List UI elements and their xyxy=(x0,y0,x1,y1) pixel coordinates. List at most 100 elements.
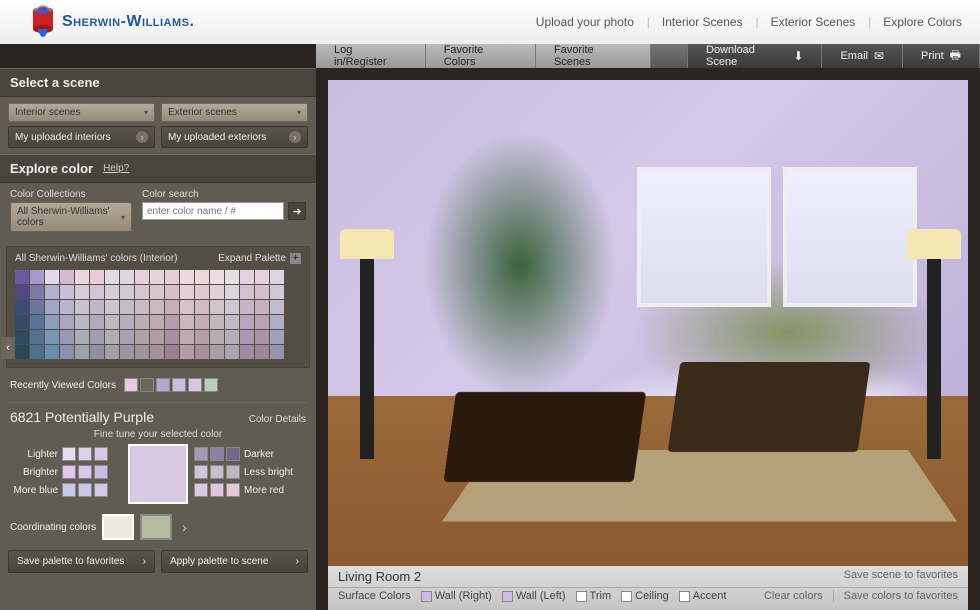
palette-swatch[interactable] xyxy=(105,315,119,329)
palette-swatch[interactable] xyxy=(150,345,164,359)
nav-exterior[interactable]: Exterior Scenes xyxy=(771,15,856,29)
tune-swatch[interactable] xyxy=(194,447,208,461)
palette-swatch[interactable] xyxy=(255,285,269,299)
palette-swatch[interactable] xyxy=(180,285,194,299)
palette-swatch[interactable] xyxy=(240,285,254,299)
email-button[interactable]: Email✉ xyxy=(822,44,903,68)
tune-swatch[interactable] xyxy=(210,447,224,461)
tune-swatch[interactable] xyxy=(94,483,108,497)
palette-swatch[interactable] xyxy=(270,315,284,329)
palette-swatch[interactable] xyxy=(150,330,164,344)
favorite-colors-button[interactable]: Favorite Colors xyxy=(426,44,536,68)
palette-swatch[interactable] xyxy=(240,330,254,344)
palette-swatch[interactable] xyxy=(225,345,239,359)
palette-swatch[interactable] xyxy=(15,315,29,329)
apply-palette-button[interactable]: Apply palette to scene› xyxy=(161,550,308,573)
palette-swatch[interactable] xyxy=(165,270,179,284)
palette-swatch[interactable] xyxy=(15,345,29,359)
coord-swatch[interactable] xyxy=(102,514,134,540)
interior-scenes-dropdown[interactable]: Interior scenes▾ xyxy=(8,103,155,122)
palette-swatch[interactable] xyxy=(30,315,44,329)
palette-swatch[interactable] xyxy=(75,285,89,299)
tune-swatch[interactable] xyxy=(226,465,240,479)
recent-swatch[interactable] xyxy=(156,378,170,392)
expand-palette-button[interactable]: Expand Palette+ xyxy=(218,253,301,264)
palette-swatch[interactable] xyxy=(60,315,74,329)
palette-swatch[interactable] xyxy=(90,330,104,344)
palette-swatch[interactable] xyxy=(255,270,269,284)
exterior-scenes-dropdown[interactable]: Exterior scenes▾ xyxy=(161,103,308,122)
palette-swatch[interactable] xyxy=(210,330,224,344)
palette-swatch[interactable] xyxy=(165,285,179,299)
recent-swatch[interactable] xyxy=(172,378,186,392)
palette-swatch[interactable] xyxy=(270,270,284,284)
palette-swatch[interactable] xyxy=(105,285,119,299)
palette-swatch[interactable] xyxy=(135,345,149,359)
palette-swatch[interactable] xyxy=(45,345,59,359)
save-scene-link[interactable]: Save scene to favorites xyxy=(844,569,958,584)
palette-swatch[interactable] xyxy=(105,330,119,344)
palette-swatch[interactable] xyxy=(225,270,239,284)
palette-swatch[interactable] xyxy=(15,300,29,314)
color-search-input[interactable] xyxy=(142,202,284,220)
palette-swatch[interactable] xyxy=(45,315,59,329)
palette-swatch[interactable] xyxy=(135,270,149,284)
palette-swatch[interactable] xyxy=(60,300,74,314)
surface-accent[interactable]: Accent xyxy=(679,590,727,602)
palette-swatch[interactable] xyxy=(105,345,119,359)
palette-swatch[interactable] xyxy=(180,345,194,359)
palette-swatch[interactable] xyxy=(30,345,44,359)
tune-swatch[interactable] xyxy=(94,465,108,479)
palette-swatch[interactable] xyxy=(30,285,44,299)
save-palette-button[interactable]: Save palette to favorites› xyxy=(8,550,155,573)
palette-swatch[interactable] xyxy=(270,330,284,344)
palette-swatch[interactable] xyxy=(195,330,209,344)
palette-swatch[interactable] xyxy=(270,345,284,359)
palette-swatch[interactable] xyxy=(90,300,104,314)
palette-swatch[interactable] xyxy=(180,315,194,329)
palette-swatch[interactable] xyxy=(135,330,149,344)
palette-swatch[interactable] xyxy=(75,330,89,344)
palette-swatch[interactable] xyxy=(210,270,224,284)
palette-swatch[interactable] xyxy=(180,270,194,284)
tune-swatch[interactable] xyxy=(194,483,208,497)
palette-swatch[interactable] xyxy=(225,300,239,314)
search-go-button[interactable]: ➜ xyxy=(288,202,306,220)
coord-swatch[interactable] xyxy=(140,514,172,540)
palette-swatch[interactable] xyxy=(105,300,119,314)
palette-swatch[interactable] xyxy=(90,270,104,284)
palette-swatch[interactable] xyxy=(30,270,44,284)
palette-swatch[interactable] xyxy=(150,315,164,329)
help-link[interactable]: Help? xyxy=(103,163,129,174)
palette-swatch[interactable] xyxy=(75,300,89,314)
palette-swatch[interactable] xyxy=(240,315,254,329)
surface-trim[interactable]: Trim xyxy=(576,590,612,602)
palette-swatch[interactable] xyxy=(90,315,104,329)
palette-swatch[interactable] xyxy=(45,300,59,314)
tune-swatch[interactable] xyxy=(210,483,224,497)
palette-swatch[interactable] xyxy=(165,330,179,344)
palette-swatch[interactable] xyxy=(195,300,209,314)
tune-swatch[interactable] xyxy=(226,447,240,461)
palette-swatch[interactable] xyxy=(150,270,164,284)
recent-swatch[interactable] xyxy=(140,378,154,392)
palette-swatch[interactable] xyxy=(90,345,104,359)
surface-ceiling[interactable]: Ceiling xyxy=(621,590,669,602)
recent-swatch[interactable] xyxy=(188,378,202,392)
coord-more-button[interactable]: › xyxy=(182,519,187,535)
palette-swatch[interactable] xyxy=(255,300,269,314)
palette-swatch[interactable] xyxy=(225,285,239,299)
palette-swatch[interactable] xyxy=(60,330,74,344)
palette-swatch[interactable] xyxy=(195,315,209,329)
palette-swatch[interactable] xyxy=(105,270,119,284)
palette-swatch[interactable] xyxy=(120,330,134,344)
palette-swatch[interactable] xyxy=(30,330,44,344)
palette-swatch[interactable] xyxy=(165,315,179,329)
brand-logo[interactable]: Sherwin-Williams. xyxy=(30,5,194,39)
nav-interior[interactable]: Interior Scenes xyxy=(662,15,743,29)
palette-swatch[interactable] xyxy=(135,300,149,314)
palette-swatch[interactable] xyxy=(150,285,164,299)
palette-swatch[interactable] xyxy=(60,285,74,299)
palette-swatch[interactable] xyxy=(120,345,134,359)
palette-swatch[interactable] xyxy=(255,345,269,359)
